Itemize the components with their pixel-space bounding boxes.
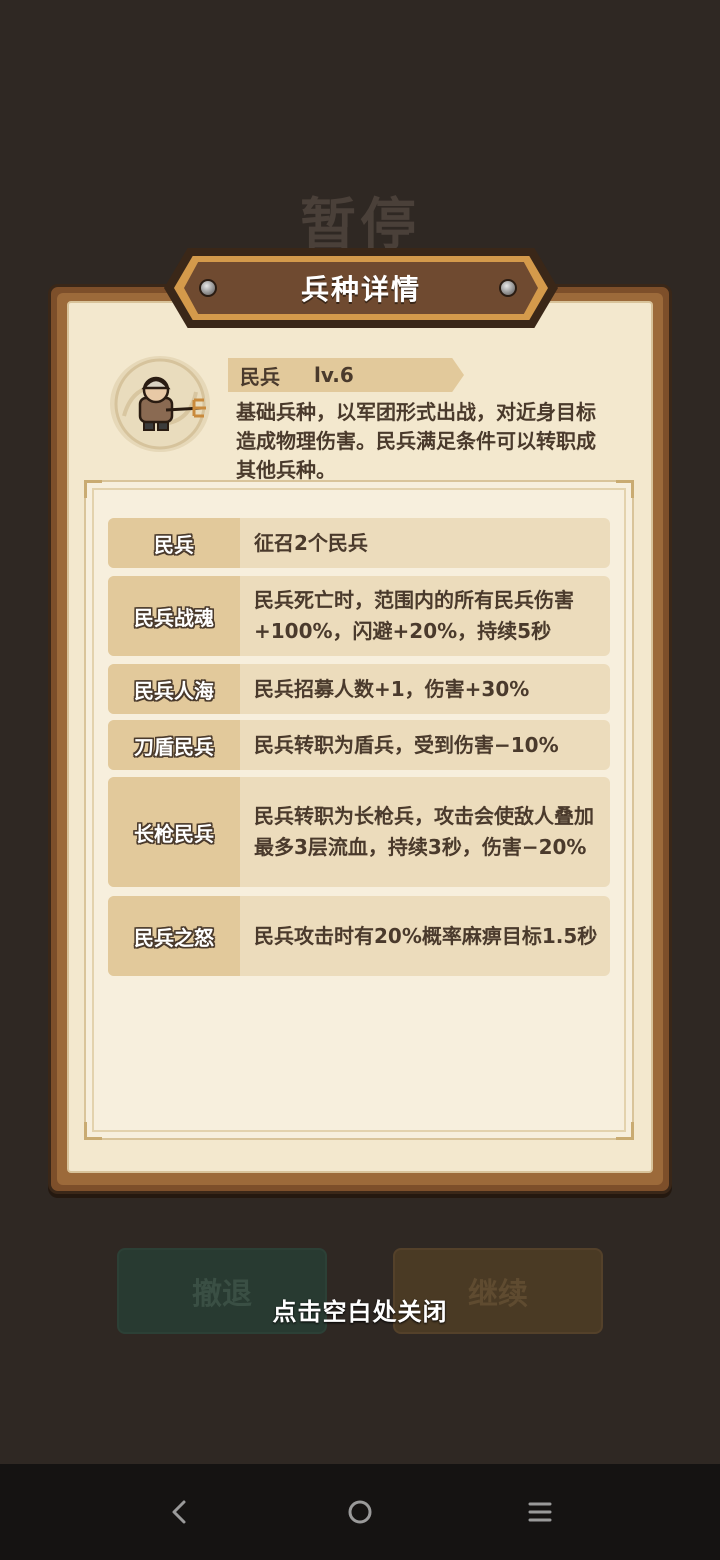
back-triangle-icon[interactable]: [158, 1490, 202, 1534]
unit-level: lv.6: [314, 363, 354, 387]
title-banner: 兵种详情: [184, 262, 538, 314]
skill-description: 征召2个民兵: [254, 530, 368, 555]
skill-description: 民兵招募人数+1，伤害+30%: [254, 676, 530, 701]
menu-lines-icon[interactable]: [518, 1490, 562, 1534]
skill-name: 刀盾民兵: [134, 734, 214, 759]
skill-row: 民兵人海 民兵招募人数+1，伤害+30%: [108, 664, 610, 714]
skill-row: 民兵 征召2个民兵: [108, 518, 610, 568]
skill-name-cell: 民兵战魂: [108, 576, 240, 656]
skill-name: 长枪民兵: [134, 821, 214, 846]
skill-name-cell: 民兵之怒: [108, 896, 240, 976]
unit-name: 民兵: [240, 364, 280, 389]
corner-ornament: [84, 1122, 102, 1140]
skill-name: 民兵之怒: [134, 925, 214, 950]
skill-name: 民兵人海: [134, 678, 214, 703]
skill-row: 长枪民兵 民兵转职为长枪兵，攻击会使敌人叠加最多3层流血，持续3秒，伤害−20%: [108, 777, 610, 887]
skill-name: 民兵战魂: [134, 605, 214, 630]
skill-row: 刀盾民兵 民兵转职为盾兵，受到伤害−10%: [108, 720, 610, 770]
corner-ornament: [616, 1122, 634, 1140]
skill-description: 民兵转职为盾兵，受到伤害−10%: [254, 732, 559, 757]
rivet-icon: [199, 279, 217, 297]
militia-pitchfork-icon: [110, 356, 210, 452]
dialog-title: 兵种详情: [300, 273, 421, 306]
skill-description: 民兵攻击时有20%概率麻痹目标1.5秒: [254, 923, 598, 948]
system-nav-bar: [0, 1464, 720, 1560]
unit-description: 基础兵种，以军团形式出战，对近身目标造成物理伤害。民兵满足条件可以转职成其他兵种…: [236, 400, 596, 482]
skill-description: 民兵转职为长枪兵，攻击会使敌人叠加最多3层流血，持续3秒，伤害−20%: [254, 804, 594, 859]
skill-name-cell: 民兵: [108, 518, 240, 568]
corner-ornament: [616, 480, 634, 498]
close-hint[interactable]: 点击空白处关闭: [0, 1292, 720, 1327]
corner-ornament: [84, 480, 102, 498]
skill-row: 民兵之怒 民兵攻击时有20%概率麻痹目标1.5秒: [108, 896, 610, 976]
skill-name-cell: 刀盾民兵: [108, 720, 240, 770]
skill-description: 民兵死亡时，范围内的所有民兵伤害+100%，闪避+20%，持续5秒: [254, 588, 574, 643]
unit-name-tag: 民兵 lv.6: [228, 358, 464, 392]
skill-name-cell: 民兵人海: [108, 664, 240, 714]
skill-name-cell: 长枪民兵: [108, 777, 240, 887]
home-circle-icon[interactable]: [338, 1490, 382, 1534]
skill-name: 民兵: [154, 532, 194, 557]
rivet-icon: [499, 279, 517, 297]
skill-row: 民兵战魂 民兵死亡时，范围内的所有民兵伤害+100%，闪避+20%，持续5秒: [108, 576, 610, 656]
